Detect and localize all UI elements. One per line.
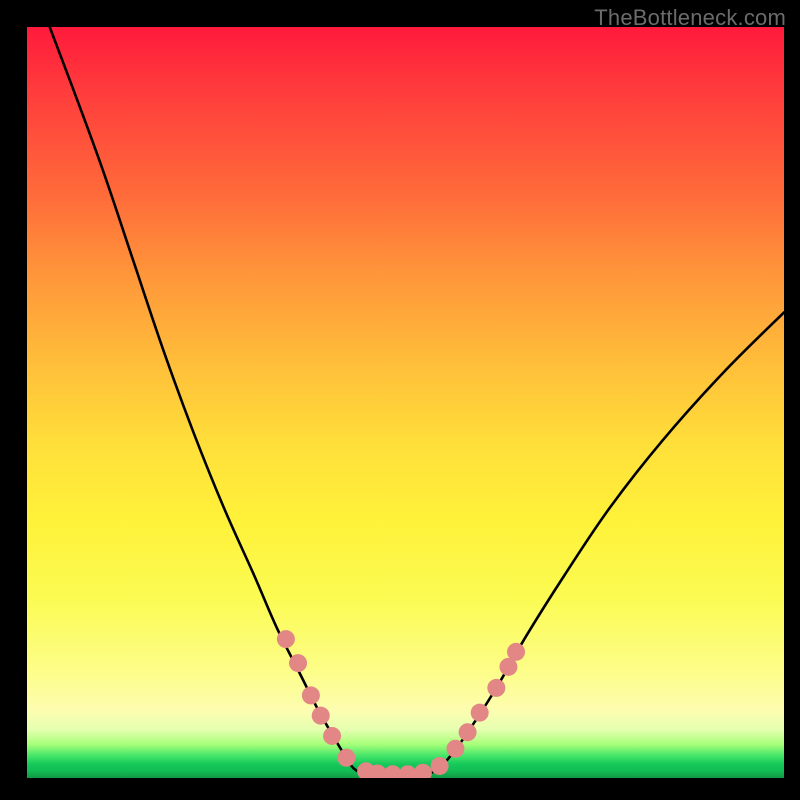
data-point <box>323 727 341 745</box>
chart-frame: TheBottleneck.com <box>0 0 800 800</box>
data-point <box>431 757 449 775</box>
data-point <box>459 723 477 741</box>
data-point <box>289 654 307 672</box>
plot-area <box>27 27 784 778</box>
data-point <box>487 679 505 697</box>
watermark-label: TheBottleneck.com <box>594 5 786 31</box>
data-point <box>312 707 330 725</box>
data-point <box>384 765 402 778</box>
bottleneck-curve <box>50 27 784 775</box>
data-point <box>337 749 355 767</box>
curve-group <box>50 27 784 775</box>
data-point <box>446 740 464 758</box>
data-point <box>471 704 489 722</box>
data-point <box>507 643 525 661</box>
chart-svg <box>27 27 784 778</box>
data-point <box>302 686 320 704</box>
data-point <box>414 764 432 778</box>
data-point <box>277 630 295 648</box>
